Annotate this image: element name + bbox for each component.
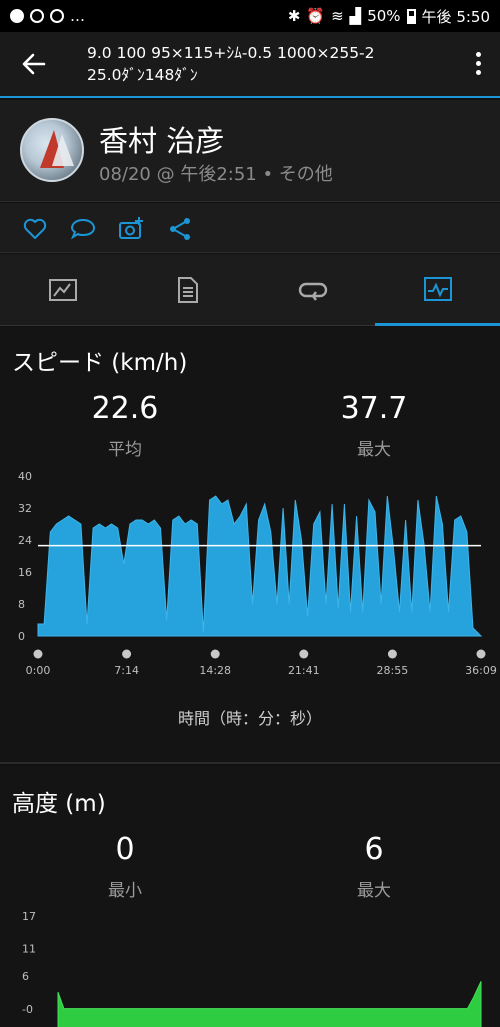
tab-bar bbox=[0, 254, 500, 326]
document-icon bbox=[177, 277, 198, 303]
battery-icon bbox=[406, 8, 416, 24]
altitude-chart-section: 高度 (m) 0 最小 6 最大 17 11 6 -0 bbox=[0, 766, 500, 1027]
speed-y-tick: 8 bbox=[18, 598, 25, 611]
activity-title-line1: 9.0 100 95×115+ｼﾑ-0.5 1000×255-2 bbox=[87, 44, 375, 62]
wifi-icon: ≋ bbox=[331, 7, 344, 25]
avg-speed-label: 平均 bbox=[108, 440, 142, 460]
max-speed-label: 最大 bbox=[357, 440, 391, 460]
activity-header: 香村 治彦 08/20 @ 午後2:51 • その他 bbox=[0, 100, 500, 202]
speed-x-tick-dot bbox=[299, 649, 309, 659]
comment-icon[interactable] bbox=[70, 216, 96, 242]
speed-x-axis-title: 時間（時：分：秒） bbox=[177, 709, 322, 728]
speed-x-tick-dot bbox=[387, 649, 397, 659]
speed-x-tick: 14:28 bbox=[199, 664, 231, 677]
speed-x-tick: 36:09 bbox=[465, 664, 497, 677]
altitude-y-tick: 6 bbox=[22, 970, 29, 983]
altitude-title: 高度 (m) bbox=[12, 791, 106, 817]
speed-x-tick: 0:00 bbox=[26, 664, 51, 677]
clock: 午後 5:50 bbox=[421, 7, 490, 26]
speed-title: スピード (km/h) bbox=[12, 350, 188, 376]
speed-x-tick: 28:55 bbox=[377, 664, 409, 677]
signal-icon: ▟ bbox=[349, 7, 362, 25]
avg-speed-value: 22.6 bbox=[91, 391, 159, 426]
speed-x-tick: 21:41 bbox=[288, 664, 320, 677]
avatar[interactable] bbox=[20, 118, 84, 182]
altitude-chart[interactable]: 17 11 6 -0 bbox=[0, 906, 500, 1027]
altitude-y-tick: -0 bbox=[22, 1003, 33, 1016]
speed-chart[interactable]: 40 32 24 16 8 0 0:00 7:14 14:28 21:41 28:55 36:09 bbox=[0, 467, 500, 687]
speed-y-tick: 0 bbox=[18, 630, 25, 643]
share-icon[interactable] bbox=[167, 216, 193, 242]
speed-x-tick-dot bbox=[476, 649, 486, 659]
speed-x-tick-dot bbox=[122, 649, 132, 659]
like-icon[interactable] bbox=[22, 216, 48, 242]
activity-title-line2: 25.0ﾀﾞﾝ148ﾀﾞﾝ bbox=[87, 66, 198, 84]
sync-notification-icon-2 bbox=[50, 9, 64, 23]
min-altitude-label: 最小 bbox=[108, 881, 142, 901]
speed-chart-section: スピード (km/h) 22.6 平均 37.7 最大 40 32 24 16 8 0 0:… bbox=[0, 327, 500, 764]
tab-overview[interactable] bbox=[0, 254, 125, 326]
back-arrow-icon[interactable] bbox=[20, 50, 48, 78]
speed-x-tick-dot bbox=[210, 649, 220, 659]
bluetooth-icon: ✱ bbox=[287, 7, 301, 25]
map-summary-icon bbox=[48, 279, 77, 301]
activity-meta: 08/20 @ 午後2:51 • その他 bbox=[99, 164, 333, 185]
speed-x-tick: 7:14 bbox=[114, 664, 139, 677]
speed-y-tick: 16 bbox=[18, 566, 32, 579]
laps-icon bbox=[298, 282, 327, 301]
status-bar: … ✱ ⏰ ≋ ▟ 50% 午後 5:50 bbox=[0, 0, 500, 32]
chart-icon bbox=[423, 276, 452, 301]
battery-percent: 50% bbox=[367, 7, 401, 25]
tab-details[interactable] bbox=[125, 254, 250, 326]
app-bar: 9.0 100 95×115+ｼﾑ-0.5 1000×255-2 25.0ﾀﾞﾝ… bbox=[0, 32, 500, 98]
speed-y-tick: 40 bbox=[18, 470, 32, 483]
max-speed-value: 37.7 bbox=[340, 391, 408, 426]
facebook-notification-icon bbox=[10, 9, 24, 23]
activity-title: 9.0 100 95×115+ｼﾑ-0.5 1000×255-2 25.0ﾀﾞﾝ… bbox=[87, 42, 447, 86]
more-options-icon[interactable] bbox=[474, 52, 482, 78]
max-altitude-label: 最大 bbox=[357, 881, 391, 901]
min-altitude-value: 0 bbox=[115, 832, 135, 867]
alarm-icon: ⏰ bbox=[306, 7, 326, 25]
more-notifications: … bbox=[70, 7, 85, 25]
add-photo-icon[interactable] bbox=[118, 216, 144, 242]
sync-notification-icon bbox=[30, 9, 44, 23]
action-bar bbox=[0, 203, 500, 253]
altitude-y-tick: 11 bbox=[22, 943, 36, 956]
speed-y-tick: 32 bbox=[18, 502, 32, 515]
tab-charts[interactable] bbox=[375, 254, 500, 326]
altitude-y-tick: 17 bbox=[22, 910, 36, 923]
tab-laps[interactable] bbox=[250, 254, 375, 326]
speed-x-tick-dot bbox=[33, 649, 43, 659]
max-altitude-value: 6 bbox=[364, 832, 384, 867]
speed-y-tick: 24 bbox=[18, 534, 32, 547]
altitude-series-area bbox=[57, 981, 482, 1027]
user-name[interactable]: 香村 治彦 bbox=[99, 118, 224, 160]
speed-series-area bbox=[37, 495, 483, 637]
